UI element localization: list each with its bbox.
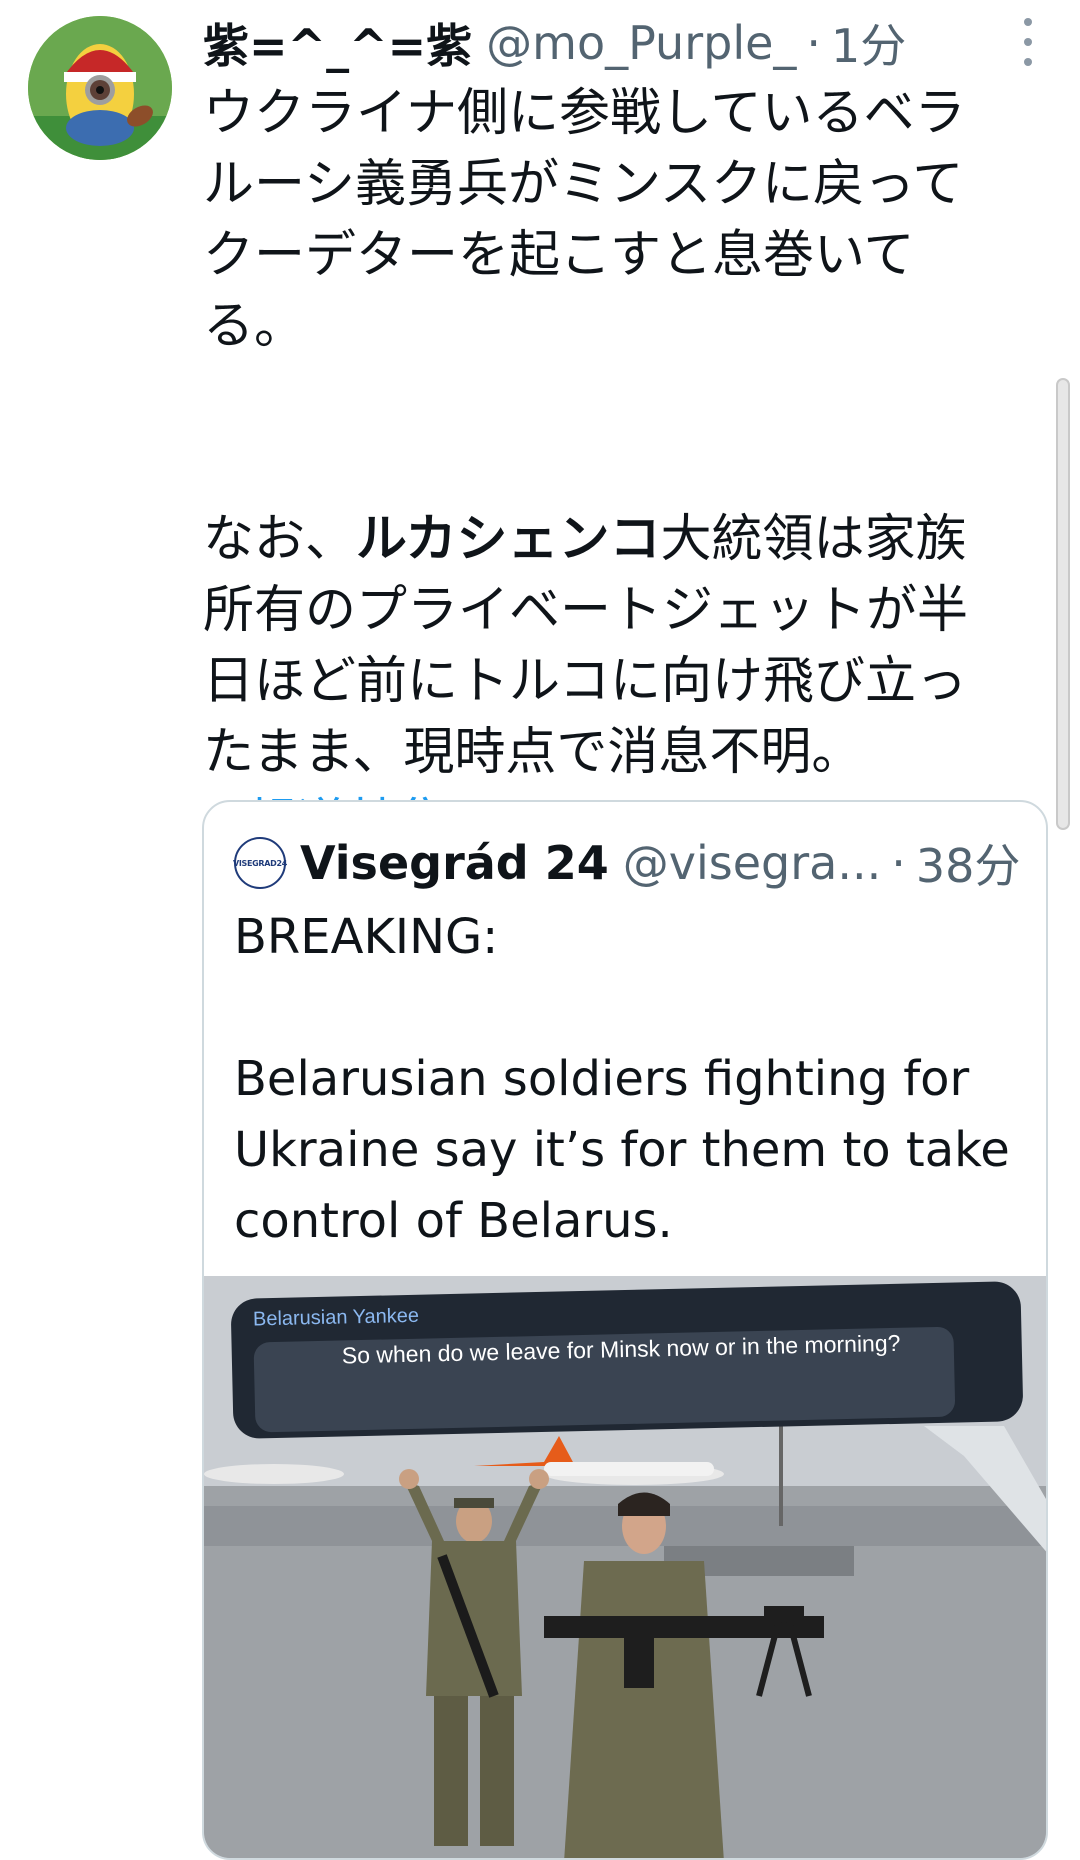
chat-overlay: Belarusian Yankee So when do we leave fo… bbox=[230, 1281, 1024, 1439]
tweet-text-line: 日ほど前にトルコに向け飛び立っ bbox=[203, 652, 967, 711]
tweet-timestamp[interactable]: 1分 bbox=[831, 10, 906, 76]
quoted-tweet-card[interactable]: VISEGRAD24 Visegrád 24 @visegra... · 38分… bbox=[202, 800, 1048, 1860]
tweet-text-line: たまま、現時点で消息不明。 bbox=[203, 723, 863, 782]
author-handle[interactable]: @mo_Purple_ bbox=[486, 16, 796, 70]
tweet-text-line: なお、ルカシェンコ大統領は家族 bbox=[203, 504, 1033, 575]
tweet-text-line: 所有のプライベートジェットが半 bbox=[203, 581, 969, 640]
author-display-name[interactable]: 紫=^_^=紫 bbox=[203, 10, 472, 76]
quoted-tweet-header: VISEGRAD24 Visegrád 24 @visegra... · 38分 bbox=[232, 830, 1034, 896]
scrollbar[interactable] bbox=[1056, 378, 1070, 830]
text-segment: なお、 bbox=[203, 510, 357, 569]
tweet-text: ウクライナ側に参戦しているベラ ルーシ義勇兵がミンスクに戻って クーデターを起こ… bbox=[203, 78, 1033, 859]
tweet-text-line: る。 bbox=[203, 297, 306, 356]
quoted-handle[interactable]: @visegra... bbox=[623, 836, 881, 890]
separator-dot: · bbox=[891, 836, 906, 890]
tweet-header: 紫=^_^=紫 @mo_Purple_ · 1分 bbox=[203, 8, 963, 78]
quoted-author-avatar[interactable]: VISEGRAD24 bbox=[232, 837, 288, 889]
quoted-text-line: BREAKING: bbox=[234, 909, 499, 965]
separator-dot: · bbox=[806, 16, 822, 70]
quoted-tweet-text: BREAKING: Belarusian soldiers fighting f… bbox=[234, 902, 1024, 1257]
more-vertical-icon[interactable] bbox=[1016, 18, 1040, 66]
tweet-text-line: ウクライナ側に参戦しているベラ bbox=[203, 84, 966, 143]
author-avatar[interactable] bbox=[28, 16, 172, 160]
tweet-text-line: クーデターを起こすと息巻いて bbox=[203, 226, 915, 285]
quoted-timestamp[interactable]: 38分 bbox=[916, 830, 1021, 896]
quoted-tweet-media[interactable]: Belarusian Yankee So when do we leave fo… bbox=[204, 1276, 1046, 1858]
minion-avatar-image bbox=[28, 16, 172, 160]
text-segment: 大統領は家族 bbox=[660, 510, 967, 569]
quoted-text-line: Belarusian soldiers fighting for bbox=[234, 1051, 970, 1107]
quoted-text-line: Ukraine say it’s for them to take bbox=[234, 1122, 1010, 1178]
avatar-logo-text: VISEGRAD24 bbox=[232, 858, 288, 868]
quoted-display-name[interactable]: Visegrád 24 bbox=[300, 836, 609, 890]
bold-name: ルカシェンコ bbox=[356, 510, 661, 569]
quoted-text-line: control of Belarus. bbox=[234, 1193, 673, 1249]
tweet-text-line: ルーシ義勇兵がミンスクに戻って bbox=[203, 155, 964, 214]
chat-sender-name: Belarusian Yankee bbox=[252, 1304, 420, 1331]
